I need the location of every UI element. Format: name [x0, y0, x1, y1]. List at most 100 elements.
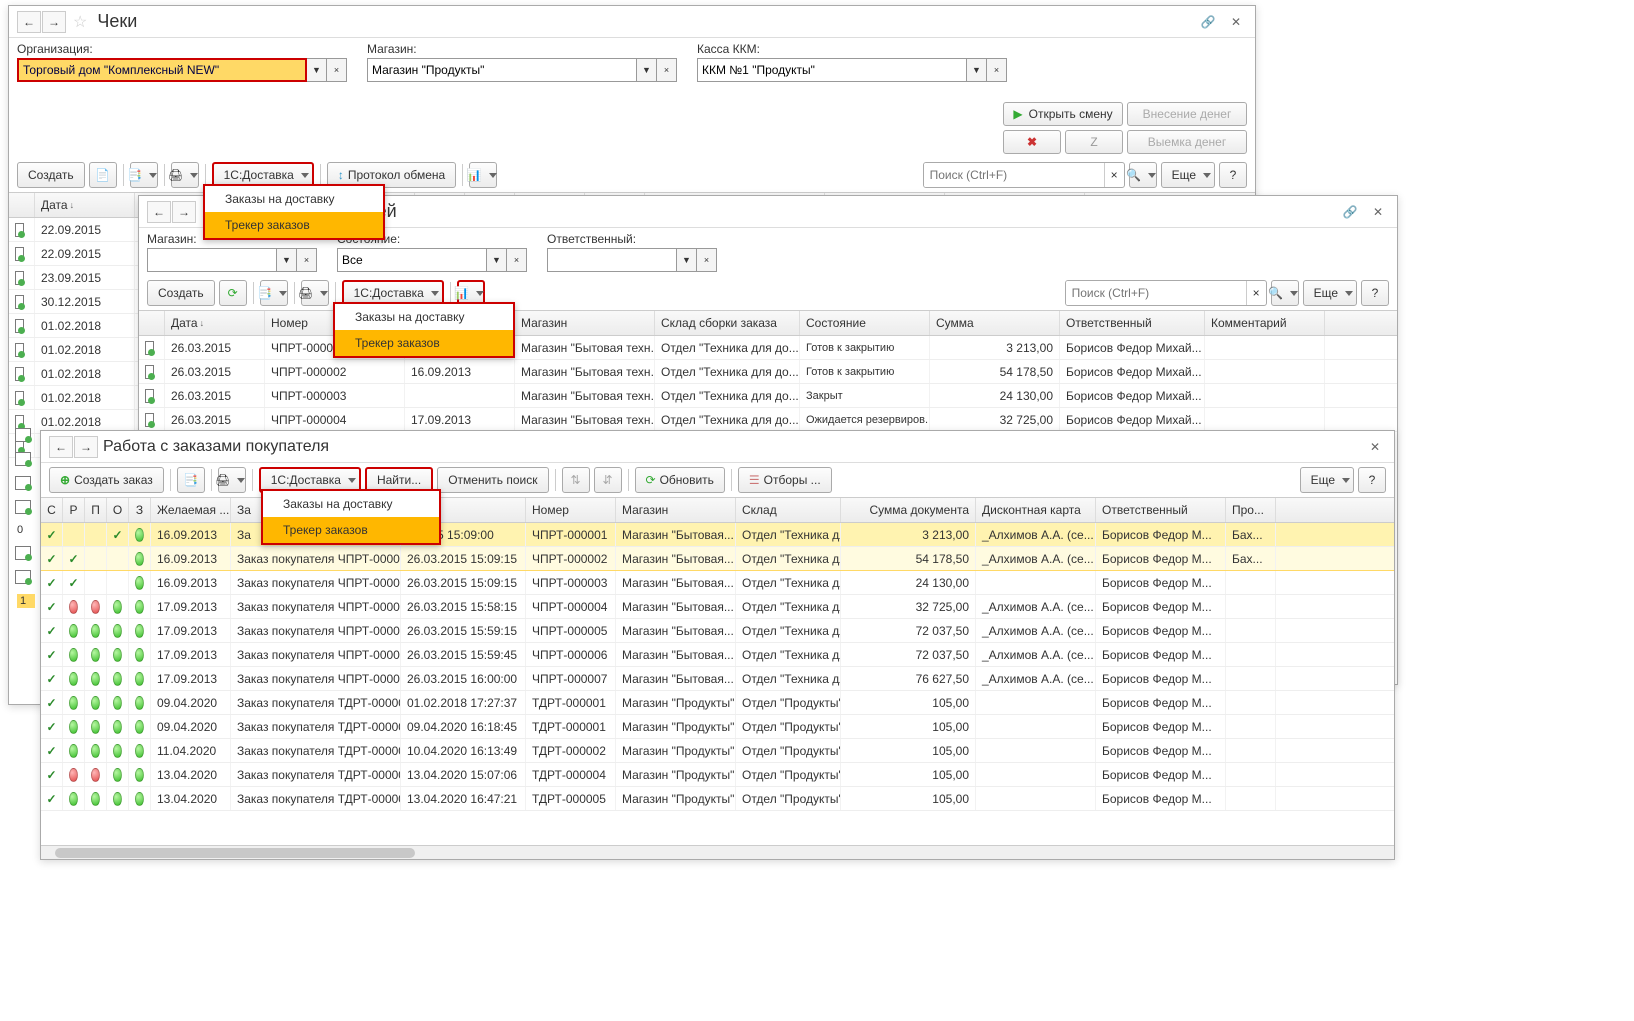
menu-item-order-tracker[interactable]: Трекер заказов: [205, 212, 383, 238]
menu-item-delivery-orders[interactable]: Заказы на доставку: [263, 491, 439, 517]
resp-clear-button[interactable]: ×: [697, 248, 717, 272]
table-row[interactable]: ✓✓ 16.09.2013За3.2015 15:09:00 ЧПРТ-0000…: [41, 523, 1394, 547]
withdraw-button[interactable]: Выемка денег: [1127, 130, 1247, 154]
org-dropdown-button[interactable]: ▼: [307, 58, 327, 82]
refresh-button[interactable]: ⟳: [219, 280, 247, 306]
close-shift-z-button[interactable]: Z: [1065, 130, 1123, 154]
table-row[interactable]: 26.03.2015ЧПРТ-00000216.09.2013 Магазин …: [139, 360, 1397, 384]
resp-input[interactable]: [547, 248, 677, 272]
state-dropdown-button[interactable]: ▼: [487, 248, 507, 272]
check-icon: ✓: [46, 672, 56, 686]
sort-asc-button[interactable]: ⇅: [562, 467, 590, 493]
action-1-button[interactable]: 📑: [130, 162, 158, 188]
search-button[interactable]: 🔍: [1129, 162, 1157, 188]
document-icon: [15, 319, 24, 333]
search-input[interactable]: [924, 163, 1104, 187]
search-clear-button[interactable]: ×: [1104, 163, 1124, 187]
table-row[interactable]: ✓ 17.09.2013Заказ покупателя ЧПРТ-00000.…: [41, 619, 1394, 643]
copy-button[interactable]: 📑: [177, 467, 205, 493]
table-row[interactable]: 26.03.2015ЧПРТ-000003 Магазин "Бытовая т…: [139, 384, 1397, 408]
store-input[interactable]: [367, 58, 637, 82]
search-clear-button[interactable]: ×: [1246, 281, 1266, 305]
check-icon: ✓: [46, 768, 56, 782]
kassa-dropdown-button[interactable]: ▼: [967, 58, 987, 82]
table-row[interactable]: ✓ 09.04.2020Заказ покупателя ТДРТ-00000.…: [41, 715, 1394, 739]
menu-item-delivery-orders[interactable]: Заказы на доставку: [335, 304, 513, 330]
export-button[interactable]: 📊: [469, 162, 497, 188]
status-dot-red: [69, 600, 78, 614]
create-order-button[interactable]: ⊕Создать заказ: [49, 467, 164, 493]
menu-item-order-tracker[interactable]: Трекер заказов: [263, 517, 439, 543]
table-row[interactable]: ✓ 13.04.2020Заказ покупателя ТДРТ-00000.…: [41, 787, 1394, 811]
org-input[interactable]: [17, 58, 307, 82]
open-shift-button[interactable]: ▶Открыть смену: [1003, 102, 1123, 126]
state-input[interactable]: [337, 248, 487, 272]
delivery-menu: Заказы на доставку Трекер заказов: [333, 302, 515, 358]
close-shift-x-button[interactable]: ✖: [1003, 130, 1061, 154]
table-row[interactable]: ✓ 11.04.2020Заказ покупателя ТДРТ-00000.…: [41, 739, 1394, 763]
more-button[interactable]: Еще: [1303, 280, 1357, 306]
more-button[interactable]: Еще: [1161, 162, 1215, 188]
table-row[interactable]: ✓ 13.04.2020Заказ покупателя ТДРТ-00000.…: [41, 763, 1394, 787]
status-dot-green: [113, 648, 122, 662]
resp-dropdown-button[interactable]: ▼: [677, 248, 697, 272]
search-button[interactable]: 🔍: [1271, 280, 1299, 306]
kassa-input[interactable]: [697, 58, 967, 82]
copy-button[interactable]: 📄: [89, 162, 117, 188]
cancel-search-button[interactable]: Отменить поиск: [437, 467, 548, 493]
search-input[interactable]: [1066, 281, 1246, 305]
nav-back-button[interactable]: ←: [17, 11, 41, 33]
action-button[interactable]: 📑: [260, 280, 288, 306]
store-dropdown-button[interactable]: ▼: [277, 248, 297, 272]
table-row[interactable]: ✓ 17.09.2013Заказ покупателя ЧПРТ-00000.…: [41, 667, 1394, 691]
table-row[interactable]: ✓ 17.09.2013Заказ покупателя ЧПРТ-00000.…: [41, 643, 1394, 667]
nav-forward-button[interactable]: →: [172, 201, 196, 223]
nav-back-button[interactable]: ←: [49, 436, 73, 458]
filters-button[interactable]: ☰Отборы ...: [738, 467, 832, 493]
store-input[interactable]: [147, 248, 277, 272]
close-icon[interactable]: ✕: [1364, 437, 1386, 457]
nav-forward-button[interactable]: →: [74, 436, 98, 458]
menu-item-delivery-orders[interactable]: Заказы на доставку: [205, 186, 383, 212]
sort-desc-button[interactable]: ⇵: [594, 467, 622, 493]
state-clear-button[interactable]: ×: [507, 248, 527, 272]
status-dot-green: [135, 672, 144, 686]
help-button[interactable]: ?: [1358, 467, 1386, 493]
kassa-clear-button[interactable]: ×: [987, 58, 1007, 82]
table-row[interactable]: ✓ 09.04.2020Заказ покупателя ТДРТ-00000.…: [41, 691, 1394, 715]
horizontal-scrollbar[interactable]: [41, 845, 1394, 859]
menu-item-order-tracker[interactable]: Трекер заказов: [335, 330, 513, 356]
link-icon[interactable]: 🔗: [1197, 12, 1219, 32]
more-button[interactable]: Еще: [1300, 467, 1354, 493]
check-icon: ✓: [46, 552, 56, 566]
table-row[interactable]: ✓✓ 16.09.2013Заказ покупателя ЧПРТ-00000…: [41, 571, 1394, 595]
nav-back-button[interactable]: ←: [147, 201, 171, 223]
table-row[interactable]: ✓✓ 16.09.2013Заказ покупателя ЧПРТ-00000…: [41, 547, 1394, 571]
help-button[interactable]: ?: [1361, 280, 1389, 306]
table-row[interactable]: 26.03.2015ЧПРТ-00000417.09.2013 Магазин …: [139, 408, 1397, 432]
status-dot-green: [69, 720, 78, 734]
link-icon[interactable]: 🔗: [1339, 202, 1361, 222]
sort-arrow-icon: ↓: [70, 200, 75, 210]
nav-forward-button[interactable]: →: [42, 11, 66, 33]
close-icon[interactable]: ✕: [1367, 202, 1389, 222]
favorite-icon[interactable]: ☆: [73, 12, 87, 32]
refresh-button[interactable]: ⟳Обновить: [635, 467, 725, 493]
help-button[interactable]: ?: [1219, 162, 1247, 188]
print-button[interactable]: 🖨: [171, 162, 199, 188]
org-clear-button[interactable]: ×: [327, 58, 347, 82]
row-marker-selected: 1: [17, 594, 35, 608]
store-clear-button[interactable]: ×: [657, 58, 677, 82]
close-icon[interactable]: ✕: [1225, 12, 1247, 32]
store-clear-button[interactable]: ×: [297, 248, 317, 272]
print-button[interactable]: 🖨: [301, 280, 329, 306]
document-icon: [145, 413, 154, 427]
deposit-button[interactable]: Внесение денег: [1127, 102, 1247, 126]
print-button[interactable]: 🖨: [218, 467, 246, 493]
create-button[interactable]: Создать: [17, 162, 85, 188]
status-dot-green: [69, 672, 78, 686]
table-row[interactable]: 26.03.2015ЧПРТ-0000 Магазин "Бытовая тех…: [139, 336, 1397, 360]
create-button[interactable]: Создать: [147, 280, 215, 306]
store-dropdown-button[interactable]: ▼: [637, 58, 657, 82]
table-row[interactable]: ✓ 17.09.2013Заказ покупателя ЧПРТ-00000.…: [41, 595, 1394, 619]
